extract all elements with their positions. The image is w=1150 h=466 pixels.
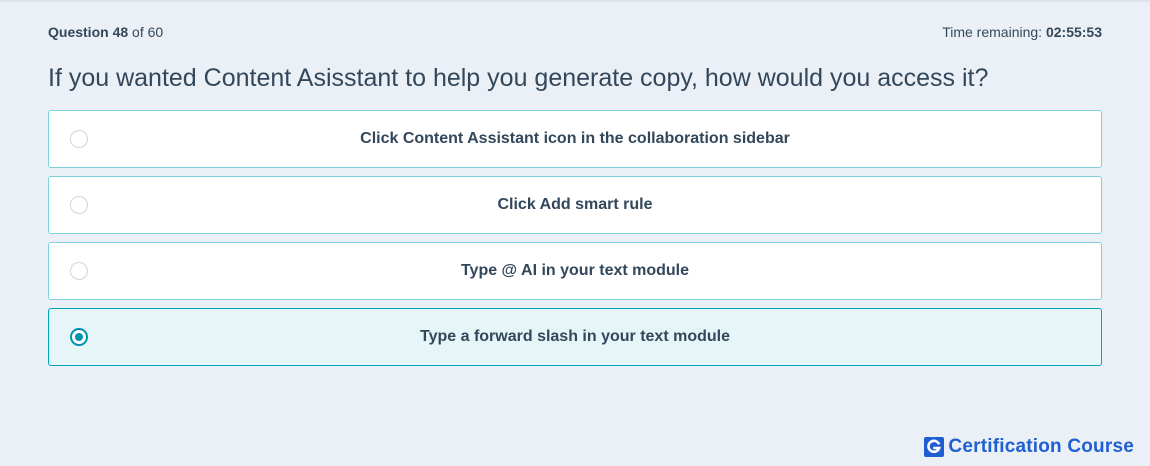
answer-option-4[interactable]: Type a forward slash in your text module — [48, 308, 1102, 366]
time-label: Time remaining: — [942, 24, 1043, 40]
answer-option-3[interactable]: Type @ AI in your text module — [48, 242, 1102, 300]
g-logo-icon — [924, 437, 945, 457]
question-counter: Question 48 of 60 — [48, 24, 163, 40]
answer-option-2[interactable]: Click Add smart rule — [48, 176, 1102, 234]
question-text: If you wanted Content Asisstant to help … — [48, 64, 989, 92]
answer-option-label: Type @ AI in your text module — [460, 262, 690, 279]
time-remaining: Time remaining: 02:55:53 — [942, 24, 1102, 40]
brand-watermark: Certification Course — [924, 436, 1134, 458]
brand-name: Certification Course — [948, 436, 1134, 457]
quiz-header: Question 48 of 60 Time remaining: 02:55:… — [48, 24, 1102, 42]
answer-option-label: Type a forward slash in your text module — [420, 328, 730, 345]
answer-options: Click Content Assistant icon in the coll… — [48, 110, 1102, 374]
question-number: 48 — [112, 24, 129, 40]
question-label: Question — [48, 24, 109, 40]
answer-option-label: Click Add smart rule — [497, 196, 653, 213]
answer-option-label: Click Content Assistant icon in the coll… — [360, 130, 790, 147]
time-value: 02:55:53 — [1045, 24, 1102, 40]
question-total: 60 — [147, 24, 164, 40]
answer-option-1[interactable]: Click Content Assistant icon in the coll… — [48, 110, 1102, 168]
top-divider — [0, 0, 1150, 2]
question-of: of — [132, 24, 144, 40]
